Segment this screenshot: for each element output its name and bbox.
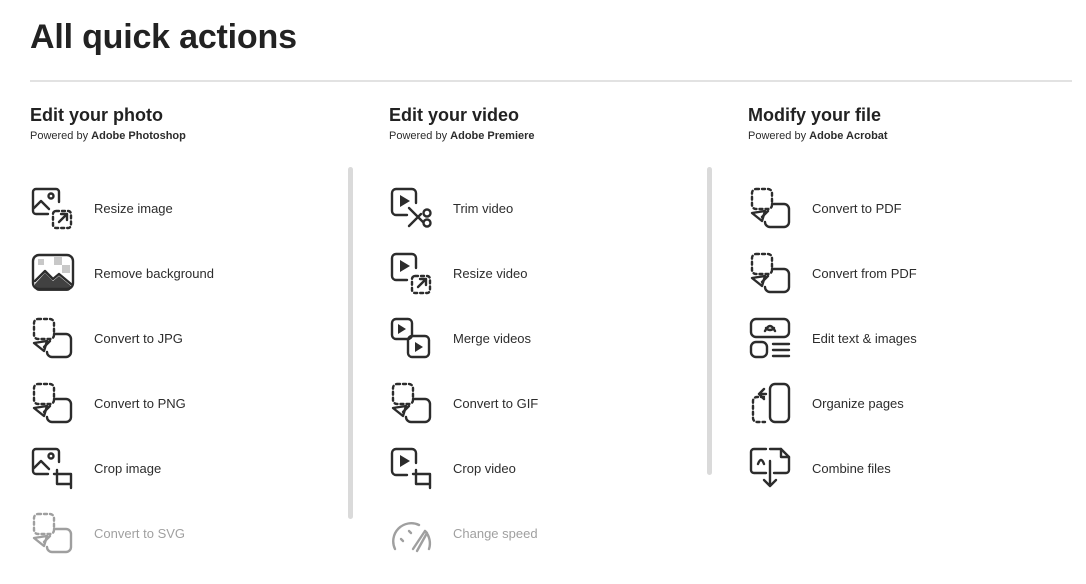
page-title: All quick actions (30, 18, 297, 56)
speed-gauge-icon (389, 511, 435, 557)
crop-video-icon (389, 446, 435, 492)
quick-action-label: Convert to SVG (94, 526, 186, 541)
resize-video-icon (389, 251, 435, 297)
column-modify-file: Modify your file Powered by Adobe Acroba… (748, 104, 1078, 143)
trim-video-icon (389, 186, 435, 232)
organize-pages-icon (748, 381, 794, 427)
quick-action-label: Edit text & images (812, 331, 917, 346)
quick-action-label: Crop image (94, 461, 162, 476)
quick-action-label: Resize video (453, 266, 528, 281)
convert-icon (389, 381, 435, 427)
quick-action-crop-image[interactable]: Crop image (30, 436, 350, 501)
column-heading: Edit your video (389, 105, 520, 125)
edit-pdf-icon (748, 316, 794, 362)
quick-action-convert-to-pdf[interactable]: Convert to PDF (748, 176, 1068, 241)
column-heading: Modify your file (748, 105, 882, 125)
quick-action-resize-video[interactable]: Resize video (389, 241, 709, 306)
quick-action-label: Resize image (94, 201, 173, 216)
convert-icon (30, 316, 76, 362)
powered-by: Powered by Adobe Premiere (389, 130, 535, 142)
quick-action-merge-videos[interactable]: Merge videos (389, 306, 709, 371)
convert-icon (30, 511, 76, 557)
quick-action-trim-video[interactable]: Trim video (389, 176, 709, 241)
powered-by: Powered by Adobe Acrobat (748, 130, 888, 142)
quick-action-list: Convert to PDF Convert from PDF Edit tex… (748, 176, 1068, 501)
remove-background-icon (30, 251, 76, 297)
quick-action-list: Trim video Resize video Merge videos Con… (389, 176, 709, 566)
convert-icon (30, 381, 76, 427)
quick-action-label: Convert to PDF (812, 201, 902, 216)
quick-action-convert-to-jpg[interactable]: Convert to JPG (30, 306, 350, 371)
powered-by-product: Adobe Acrobat (809, 130, 888, 142)
quick-action-label: Merge videos (453, 331, 532, 346)
resize-image-icon (30, 186, 76, 232)
scrollbar-photo[interactable] (348, 167, 353, 519)
powered-by-product: Adobe Premiere (450, 130, 535, 142)
quick-action-label: Convert to JPG (94, 331, 183, 346)
column-edit-video: Edit your video Powered by Adobe Premier… (389, 104, 719, 143)
quick-action-convert-to-png[interactable]: Convert to PNG (30, 371, 350, 436)
combine-files-icon (748, 446, 794, 492)
quick-action-label: Convert to PNG (94, 396, 186, 411)
quick-action-convert-to-gif[interactable]: Convert to GIF (389, 371, 709, 436)
quick-action-convert-to-svg[interactable]: Convert to SVG (30, 501, 350, 566)
quick-action-crop-video[interactable]: Crop video (389, 436, 709, 501)
quick-action-organize-pages[interactable]: Organize pages (748, 371, 1068, 436)
title-divider (30, 80, 1072, 82)
quick-action-combine-files[interactable]: Combine files (748, 436, 1068, 501)
quick-action-label: Organize pages (812, 396, 904, 411)
convert-icon (748, 186, 794, 232)
powered-by: Powered by Adobe Photoshop (30, 130, 186, 142)
column-heading: Edit your photo (30, 105, 163, 125)
powered-by-product: Adobe Photoshop (91, 130, 186, 142)
quick-action-label: Change speed (453, 526, 538, 541)
crop-image-icon (30, 446, 76, 492)
quick-action-list: Resize image Remove background Convert t… (30, 176, 350, 566)
scrollbar-video[interactable] (707, 167, 712, 475)
quick-action-label: Convert to GIF (453, 396, 539, 411)
quick-action-label: Combine files (812, 461, 891, 476)
convert-icon (748, 251, 794, 297)
quick-action-edit-text-images[interactable]: Edit text & images (748, 306, 1068, 371)
quick-action-label: Trim video (453, 201, 514, 216)
quick-action-convert-from-pdf[interactable]: Convert from PDF (748, 241, 1068, 306)
quick-action-label: Remove background (94, 266, 214, 281)
quick-action-resize-image[interactable]: Resize image (30, 176, 350, 241)
quick-action-label: Convert from PDF (812, 266, 917, 281)
quick-action-change-speed[interactable]: Change speed (389, 501, 709, 566)
merge-videos-icon (389, 316, 435, 362)
column-edit-photo: Edit your photo Powered by Adobe Photosh… (30, 104, 360, 143)
quick-action-remove-background[interactable]: Remove background (30, 241, 350, 306)
quick-action-label: Crop video (453, 461, 516, 476)
